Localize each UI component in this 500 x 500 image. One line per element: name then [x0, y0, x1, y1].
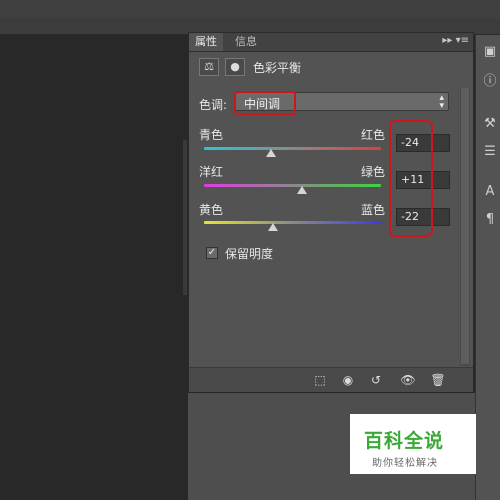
- yellow-blue-value-field[interactable]: -22: [396, 208, 450, 226]
- layers-icon[interactable]: ▣: [482, 45, 498, 59]
- character-icon[interactable]: A: [482, 185, 498, 199]
- paragraph-icon[interactable]: ¶: [482, 213, 498, 227]
- properties-panel: 属性 信息 ▸▸ ▾≡ ⚖ ● 色彩平衡 色调: 中间调 ▴ ▾ 青色 红色 -2…: [188, 32, 474, 392]
- adjustment-title: 色彩平衡: [253, 61, 302, 75]
- watermark-subtitle: 助你轻松解决: [372, 458, 438, 469]
- panel-divider[interactable]: [183, 140, 187, 295]
- brush-icon[interactable]: ⚒: [482, 117, 498, 131]
- panel-tab-bar: 属性 信息 ▸▸ ▾≡: [189, 33, 473, 52]
- magenta-green-value-field[interactable]: +11: [396, 171, 450, 189]
- info-icon[interactable]: ⓘ: [482, 75, 498, 89]
- slider-magenta-green-track[interactable]: [204, 184, 381, 187]
- tone-value: 中间调: [244, 97, 281, 111]
- view-previous-icon[interactable]: ◉: [339, 372, 357, 388]
- clip-to-layer-icon[interactable]: ⬚: [311, 372, 329, 388]
- slider-magenta-green-thumb[interactable]: [297, 186, 308, 194]
- app-top-bar: [0, 0, 500, 18]
- balance-scale-icon: ⚖: [199, 58, 219, 76]
- adjust-icon[interactable]: ☰: [482, 145, 498, 159]
- reset-icon[interactable]: ↺: [367, 372, 385, 388]
- canvas-area: [0, 35, 188, 500]
- watermark-logo: 百科全说 助你轻松解决: [350, 414, 476, 474]
- slider-cyan-label: 青色: [199, 128, 224, 142]
- preserve-luminosity-checkbox[interactable]: ✓: [206, 247, 218, 259]
- tone-select[interactable]: 中间调 ▴ ▾: [235, 92, 449, 111]
- slider-green-label: 绿色: [361, 165, 386, 179]
- slider-magenta-label: 洋红: [199, 165, 224, 179]
- adjustment-header: ⚖ ● 色彩平衡: [199, 57, 459, 77]
- tone-label: 色调:: [199, 98, 228, 112]
- right-tool-dock: ▣ ⓘ ⚒ ☰ A ¶: [475, 35, 500, 500]
- scrollbar-thumb[interactable]: [461, 88, 469, 364]
- mask-icon[interactable]: ●: [225, 58, 245, 76]
- cyan-red-value-field[interactable]: -24: [396, 134, 450, 152]
- watermark-title: 百科全说: [364, 430, 445, 452]
- panel-menu-icon[interactable]: ▸▸ ▾≡: [442, 35, 469, 46]
- slider-cyan-red-thumb[interactable]: [266, 149, 277, 157]
- slider-red-label: 红色: [361, 128, 386, 142]
- slider-blue-label: 蓝色: [361, 203, 386, 217]
- preserve-luminosity-label: 保留明度: [225, 247, 274, 261]
- tab-properties[interactable]: 属性: [189, 33, 223, 51]
- panel-scrollbar[interactable]: [460, 88, 470, 366]
- panel-footer: ⬚ ◉ ↺ 👁 🗑: [189, 367, 473, 392]
- visibility-eye-icon[interactable]: 👁: [399, 372, 417, 388]
- slider-cyan-red-track[interactable]: [204, 147, 381, 150]
- updown-arrow-icon: ▴ ▾: [439, 93, 444, 111]
- tab-info[interactable]: 信息: [229, 33, 263, 51]
- slider-yellow-label: 黄色: [199, 203, 224, 217]
- slider-yellow-blue-thumb[interactable]: [268, 223, 279, 231]
- trash-icon[interactable]: 🗑: [429, 372, 447, 388]
- slider-yellow-blue-track[interactable]: [204, 221, 381, 224]
